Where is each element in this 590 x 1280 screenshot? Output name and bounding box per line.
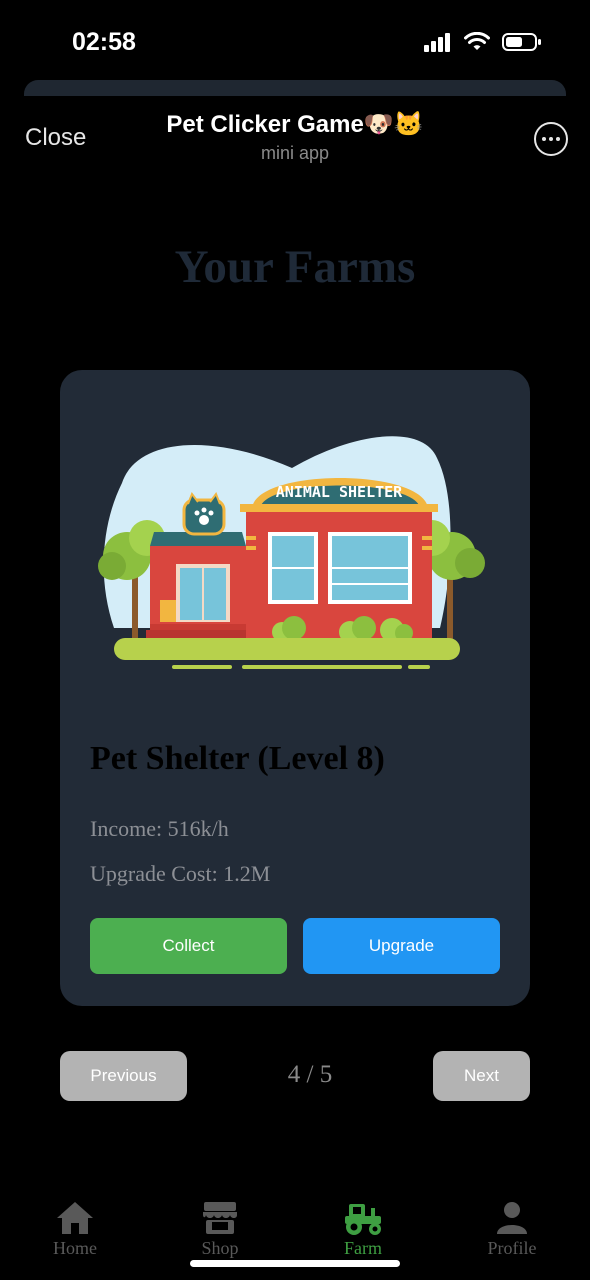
tab-profile[interactable]: Profile [462,1200,562,1259]
farm-name: Pet Shelter (Level 8) [90,740,385,777]
tab-shop-label: Shop [201,1238,239,1258]
app-subtitle: mini app [260,143,330,163]
page-title: Your Farms [174,241,416,293]
tab-home-label: Home [53,1238,97,1258]
farm-income: Income: 516k/h [90,816,229,841]
farm-upgrade-cost: Upgrade Cost: 1.2M [90,861,271,886]
tractor-icon [345,1204,381,1235]
title-block: Pet Clicker Game🐶🐱 mini app [0,110,590,164]
battery-icon [502,33,541,51]
shelter-sign-text: ANIMAL SHELTER [276,483,403,501]
app-title: Pet Clicker Game🐶🐱 [166,111,424,138]
farm-card: ANIMAL SHELTER Pet Shelter (Level 8) Inc… [60,370,530,1006]
status-icons [424,32,542,52]
shop-icon [203,1202,237,1234]
previous-button[interactable]: Previous [60,1051,187,1101]
person-icon [497,1202,527,1234]
page-indicator: 4 / 5 [287,1061,333,1088]
home-icon [57,1202,93,1234]
wifi-icon [464,32,490,50]
tab-farm[interactable]: Farm [313,1200,413,1259]
animal-shelter-illustration: ANIMAL SHELTER [98,436,485,669]
signal-icon [424,33,450,52]
mini-app-header: Close Pet Clicker Game🐶🐱 mini app [0,96,590,186]
sheet-top-edge [24,80,566,96]
next-button[interactable]: Next [433,1051,530,1101]
collect-button[interactable]: Collect [90,918,287,974]
upgrade-button[interactable]: Upgrade [303,918,500,974]
tab-home[interactable]: Home [25,1200,125,1259]
status-time: 02:58 [72,28,136,56]
tab-shop[interactable]: Shop [170,1200,270,1259]
ellipsis-circle-icon[interactable] [534,122,568,156]
home-indicator [190,1260,400,1267]
status-bar: 02:58 [0,0,590,86]
tab-profile-label: Profile [487,1238,537,1258]
tab-farm-label: Farm [344,1238,382,1258]
